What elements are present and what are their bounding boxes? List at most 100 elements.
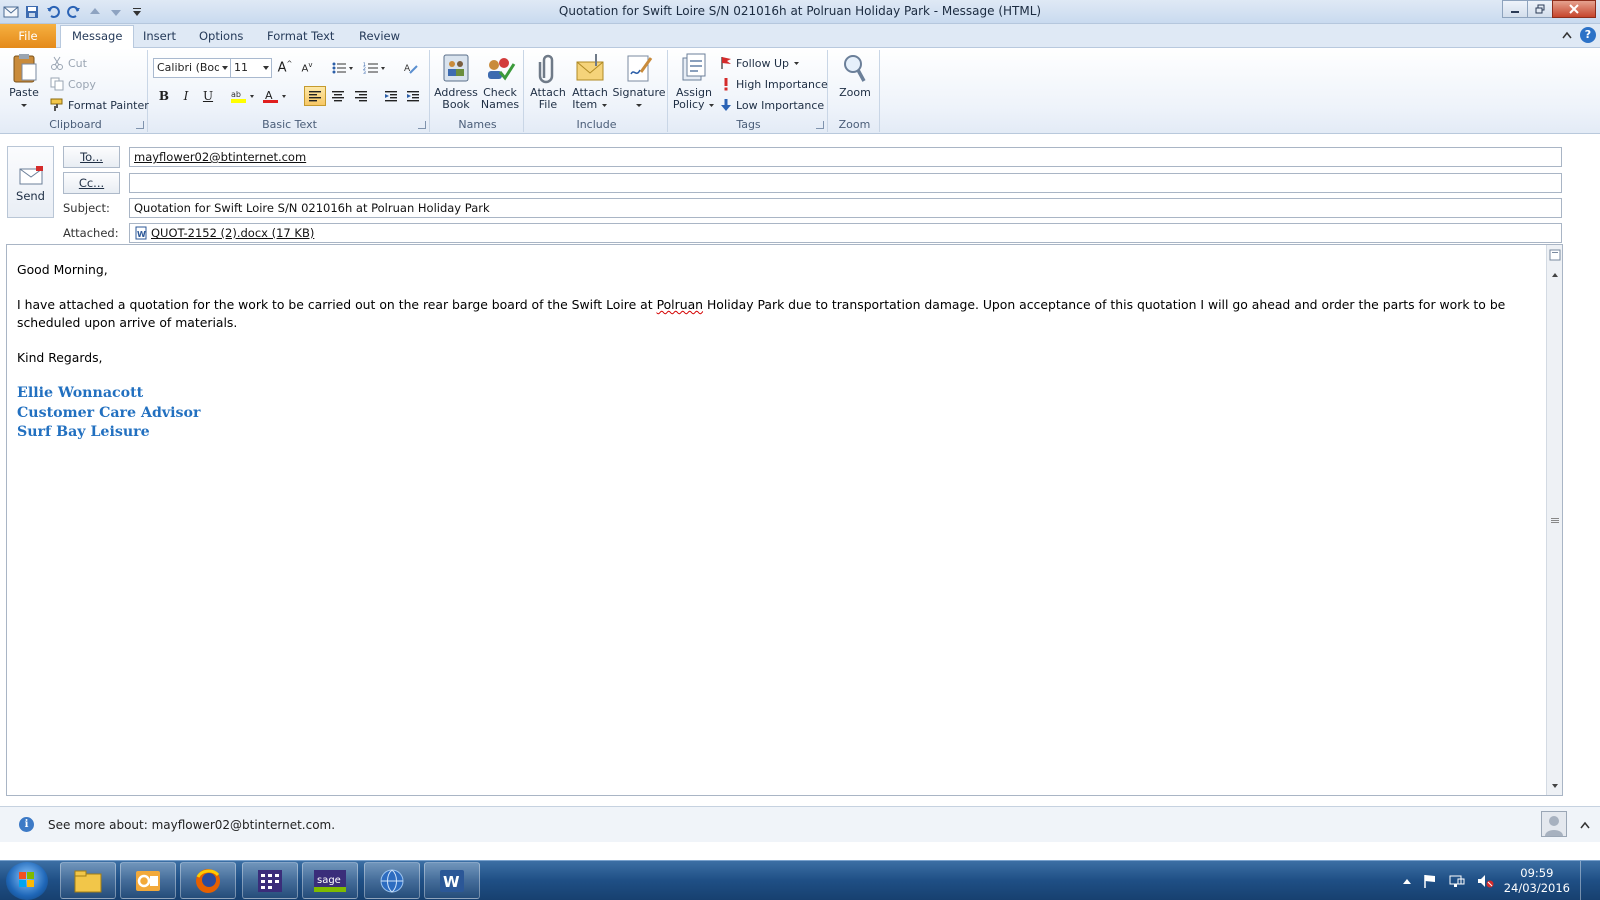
align-left-button[interactable] — [304, 86, 326, 106]
cc-field[interactable] — [129, 173, 1562, 193]
taskbar-clock[interactable]: 09:59 24/03/2016 — [1504, 866, 1570, 896]
taskbar-outlook[interactable] — [120, 862, 176, 899]
see-more-about[interactable]: See more about: mayflower02@btinternet.c… — [48, 818, 335, 832]
decrease-indent-icon — [385, 91, 397, 102]
body-scrollbar[interactable] — [1546, 245, 1562, 795]
copy-button[interactable]: Copy — [50, 74, 96, 94]
windows-logo-icon — [19, 872, 34, 887]
clipboard-group: Paste Cut Copy Format Painter Clipboard — [4, 50, 149, 132]
tab-file[interactable]: File — [0, 24, 56, 48]
clipboard-dialog-launcher-icon[interactable] — [136, 121, 144, 129]
taskbar-firefox[interactable] — [180, 862, 236, 899]
zoom-group-label: Zoom — [838, 118, 871, 131]
volume-muted-icon[interactable] — [1476, 873, 1494, 889]
scroll-grip-icon[interactable] — [1547, 513, 1562, 528]
scroll-down-button[interactable] — [1547, 778, 1562, 793]
assign-policy-icon — [682, 53, 706, 81]
people-pane-bar: i See more about: mayflower02@btinternet… — [0, 806, 1600, 842]
font-name-combo[interactable]: Calibri (Body) — [153, 58, 231, 78]
low-importance-button[interactable]: Low Importance — [720, 95, 824, 115]
message-body[interactable]: Good Morning, I have attached a quotatio… — [6, 244, 1563, 796]
format-painter-button[interactable]: Format Painter — [50, 95, 149, 115]
basic-text-group: Calibri (Body) 11 A^ Av 123 A B I U ab A — [150, 50, 430, 132]
collapse-ribbon-icon[interactable] — [1562, 29, 1572, 42]
font-color-icon: A — [263, 89, 286, 103]
paste-button[interactable]: Paste — [6, 52, 42, 111]
start-button[interactable] — [6, 862, 48, 900]
zoom-button[interactable]: Zoom — [834, 52, 876, 99]
font-size-combo[interactable]: 11 — [230, 58, 272, 78]
bullets-icon — [332, 62, 353, 74]
decrease-indent-button[interactable] — [380, 86, 402, 106]
shrink-font-button[interactable]: Av — [296, 58, 318, 78]
assign-policy-button[interactable]: Assign Policy — [672, 52, 716, 111]
taskbar-explorer[interactable] — [60, 862, 116, 899]
taskbar-word[interactable]: W — [424, 862, 480, 899]
taskbar-sage[interactable]: sage — [302, 862, 358, 899]
scroll-up-button[interactable] — [1547, 267, 1562, 282]
attachment-item[interactable]: W QUOT-2152 (2).docx (17 KB) — [134, 226, 1557, 240]
tab-message[interactable]: Message — [60, 25, 135, 49]
subject-field[interactable]: Quotation for Swift Loire S/N 021016h at… — [129, 198, 1562, 218]
increase-indent-button[interactable] — [402, 86, 424, 106]
show-desktop-button[interactable] — [1580, 861, 1592, 900]
clock-date: 24/03/2016 — [1503, 881, 1570, 895]
action-center-flag-icon[interactable] — [1422, 873, 1438, 889]
misspelled-word[interactable]: Polruan — [657, 297, 703, 312]
high-importance-button[interactable]: High Importance — [720, 74, 828, 94]
help-icon[interactable]: ? — [1580, 27, 1596, 43]
italic-button[interactable]: I — [175, 86, 197, 106]
font-color-button[interactable]: A — [260, 86, 290, 106]
zoom-group: Zoom Zoom — [830, 50, 880, 132]
close-button[interactable] — [1552, 0, 1596, 18]
tab-review[interactable]: Review — [348, 26, 411, 48]
grow-font-button[interactable]: A^ — [274, 58, 296, 78]
calendar-grid-icon — [258, 869, 282, 892]
clear-formatting-button[interactable]: A — [400, 58, 422, 78]
tags-dialog-launcher-icon[interactable] — [816, 121, 824, 129]
to-field[interactable]: mayflower02@btinternet.com — [129, 147, 1562, 167]
greeting-line: Good Morning, — [17, 262, 108, 277]
taskbar-network-app[interactable] — [364, 862, 420, 899]
bullets-button[interactable] — [328, 58, 358, 78]
align-right-button[interactable] — [350, 86, 372, 106]
shrink-font-icon: Av — [301, 61, 313, 75]
send-envelope-icon — [19, 166, 43, 185]
taskbar-calendar-app[interactable] — [242, 862, 298, 899]
tab-format-text[interactable]: Format Text — [256, 26, 345, 48]
align-center-button[interactable] — [327, 86, 349, 106]
names-group-label: Names — [458, 118, 497, 131]
network-icon[interactable] — [1448, 873, 1466, 889]
cut-button[interactable]: Cut — [50, 53, 87, 73]
svg-text:3: 3 — [363, 70, 366, 74]
restore-button[interactable] — [1527, 0, 1553, 18]
ruler-toggle-icon[interactable] — [1547, 247, 1562, 262]
check-names-button[interactable]: Check Names — [478, 52, 522, 111]
ribbon-tab-row: File Message Insert Options Format Text … — [0, 24, 1600, 49]
basic-text-dialog-launcher-icon[interactable] — [418, 121, 426, 129]
to-recipient[interactable]: mayflower02@btinternet.com — [134, 150, 306, 164]
numbering-button[interactable]: 123 — [360, 58, 390, 78]
down-arrow-blue-icon — [721, 99, 731, 111]
cc-button[interactable]: Cc... — [63, 172, 120, 194]
contact-avatar[interactable] — [1541, 811, 1567, 837]
sage-logo-icon: sage — [314, 869, 346, 892]
attach-file-button[interactable]: Attach File — [528, 52, 568, 111]
follow-up-button[interactable]: Follow Up — [720, 53, 800, 73]
to-button[interactable]: To... — [63, 146, 120, 168]
tab-options[interactable]: Options — [188, 26, 254, 48]
attach-item-button[interactable]: Attach Item — [570, 52, 610, 111]
highlight-color-button[interactable]: ab — [228, 86, 258, 106]
underline-button[interactable]: U — [197, 86, 219, 106]
tab-insert[interactable]: Insert — [132, 26, 187, 48]
show-hidden-icons-icon[interactable] — [1402, 877, 1412, 885]
expand-people-pane-icon[interactable] — [1580, 819, 1590, 832]
align-center-icon — [332, 91, 344, 102]
include-group: Attach File Attach Item Signature Includ… — [526, 50, 668, 132]
message-text[interactable]: Good Morning, I have attached a quotatio… — [17, 261, 1532, 443]
bold-button[interactable]: B — [153, 86, 175, 106]
signature-button[interactable]: Signature — [612, 52, 666, 111]
minimize-button[interactable] — [1502, 0, 1528, 18]
send-button[interactable]: Send — [7, 146, 54, 218]
address-book-button[interactable]: Address Book — [434, 52, 478, 111]
